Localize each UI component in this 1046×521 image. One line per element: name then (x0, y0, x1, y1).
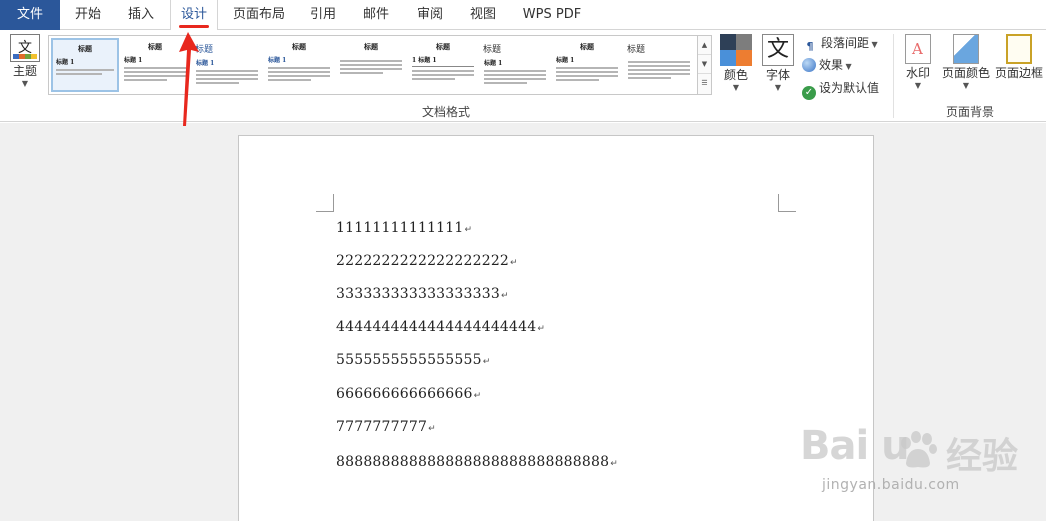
checkmark-icon: ✓ (802, 86, 816, 100)
set-as-default-button[interactable]: ✓ 设为默认值 (802, 78, 879, 100)
margin-corner-mark (316, 194, 334, 212)
tab-insert[interactable]: 插入 (118, 0, 164, 30)
active-tab-underline (179, 25, 209, 28)
style-set-item[interactable]: 标题 标题 1 (553, 38, 621, 92)
color-palette-icon (720, 34, 752, 66)
paragraph-spacing-icon: ¶ (806, 40, 814, 53)
group-label-document-format: 文档格式 (422, 105, 471, 119)
page-color-icon (953, 34, 979, 64)
document-paragraph[interactable]: 666666666666666↵ (336, 386, 481, 402)
tab-references[interactable]: 引用 (300, 0, 346, 30)
watermark-cn-text: 经验 (946, 436, 1019, 477)
style-set-item[interactable]: 标题 标题 1 (481, 38, 549, 92)
page-borders-label: 页面边框 (994, 66, 1043, 80)
style-set-item[interactable]: 标题 1 标题 1 (409, 38, 477, 92)
effects-button[interactable]: 效果 ▼ (802, 55, 852, 75)
paragraph-mark: ↵ (482, 357, 491, 367)
chevron-down-icon: ▼ (21, 79, 29, 88)
paragraph-spacing-button[interactable]: ¶ 段落间距 ▼ (802, 33, 878, 53)
paragraph-mark: ↵ (464, 225, 473, 235)
paragraph-mark: ↵ (610, 459, 618, 469)
ribbon-tab-bar: 文件 开始 插入 设计 页面布局 引用 邮件 审阅 视图 WPS PDF (0, 0, 1046, 31)
gallery-more-icon[interactable]: ☰ (698, 74, 711, 93)
paw-icon (901, 431, 937, 468)
group-label-page-background: 页面背景 (946, 105, 995, 119)
paragraph-mark: ↵ (510, 258, 518, 268)
document-paragraph[interactable]: 333333333333333333↵ (336, 286, 509, 302)
watermark-button[interactable]: 水印 ▼ (900, 32, 936, 90)
paragraph-mark: ↵ (473, 391, 482, 401)
tab-file[interactable]: 文件 (0, 0, 60, 30)
themes-label: 主题 (12, 64, 37, 78)
effects-icon (802, 58, 816, 72)
colors-label: 颜色 (723, 68, 748, 82)
watermark-brand: Bai u (800, 423, 910, 469)
fonts-icon: 文 (762, 34, 794, 66)
paragraph-mark: ↵ (500, 291, 509, 301)
tab-wps-pdf[interactable]: WPS PDF (512, 0, 592, 30)
baidu-jingyan-watermark: Bai u 经验 jingyan.baidu.com (800, 423, 1036, 493)
style-set-item[interactable]: 标题 (337, 38, 405, 92)
paragraph-mark: ↵ (537, 324, 546, 334)
colors-button[interactable]: 颜色 ▼ (718, 32, 754, 92)
annotation-arrow-icon (179, 32, 199, 126)
document-paragraph[interactable]: 4444444444444444444444↵ (336, 319, 545, 335)
document-page[interactable]: 11111111111111↵ 2222222222222222222↵ 333… (238, 135, 874, 521)
document-paragraph[interactable]: 11111111111111↵ (336, 220, 472, 236)
gallery-scrollbar: ▲ ▼ ☰ (698, 35, 712, 95)
page-color-label: 页面颜色 (941, 66, 990, 80)
chevron-down-icon: ▼ (914, 81, 922, 90)
watermark-url: jingyan.baidu.com (822, 477, 960, 493)
document-paragraph[interactable]: 888888888888888888888888888888↵ (336, 454, 618, 470)
paragraph-mark: ↵ (428, 424, 436, 434)
page-border-icon (1006, 34, 1032, 64)
gallery-scroll-up-icon[interactable]: ▲ (698, 36, 711, 55)
gallery-scroll-down-icon[interactable]: ▼ (698, 55, 711, 74)
tab-page-layout[interactable]: 页面布局 (224, 0, 294, 30)
ribbon-design: 文 主题 ▼ 标题 标题 1 标题 标题 1 标题 标题 1 标题 标题 1 标… (0, 30, 1046, 122)
style-set-item[interactable]: 标题 (625, 38, 693, 92)
fonts-label: 字体 (765, 68, 790, 82)
document-paragraph[interactable]: 2222222222222222222↵ (336, 253, 518, 269)
word-window: 文件 开始 插入 设计 页面布局 引用 邮件 审阅 视图 WPS PDF 文 主… (0, 0, 1046, 521)
document-paragraph[interactable]: 5555555555555555↵ (336, 352, 490, 368)
style-set-item[interactable]: 标题 标题 1 (51, 38, 119, 92)
chevron-down-icon: ▼ (774, 83, 782, 92)
tab-home[interactable]: 开始 (64, 0, 112, 30)
style-set-item[interactable]: 标题 标题 1 (265, 38, 333, 92)
fonts-button[interactable]: 文 字体 ▼ (760, 32, 796, 92)
watermark-label: 水印 (905, 66, 930, 80)
group-separator (893, 34, 894, 118)
tab-view[interactable]: 视图 (460, 0, 506, 30)
chevron-down-icon: ▼ (962, 81, 970, 90)
page-borders-button[interactable]: 页面边框 (993, 32, 1045, 81)
document-paragraph[interactable]: 7777777777↵ (336, 419, 436, 435)
chevron-down-icon: ▼ (732, 83, 740, 92)
tab-review[interactable]: 审阅 (406, 0, 454, 30)
margin-corner-mark (778, 194, 796, 212)
watermark-icon (905, 34, 931, 64)
themes-button[interactable]: 文 主题 ▼ (6, 32, 44, 98)
themes-icon: 文 (10, 34, 40, 62)
page-color-button[interactable]: 页面颜色 ▼ (940, 32, 992, 90)
tab-mailings[interactable]: 邮件 (352, 0, 400, 30)
style-set-gallery: 标题 标题 1 标题 标题 1 标题 标题 1 标题 标题 1 标题 标题 1 … (48, 35, 698, 95)
